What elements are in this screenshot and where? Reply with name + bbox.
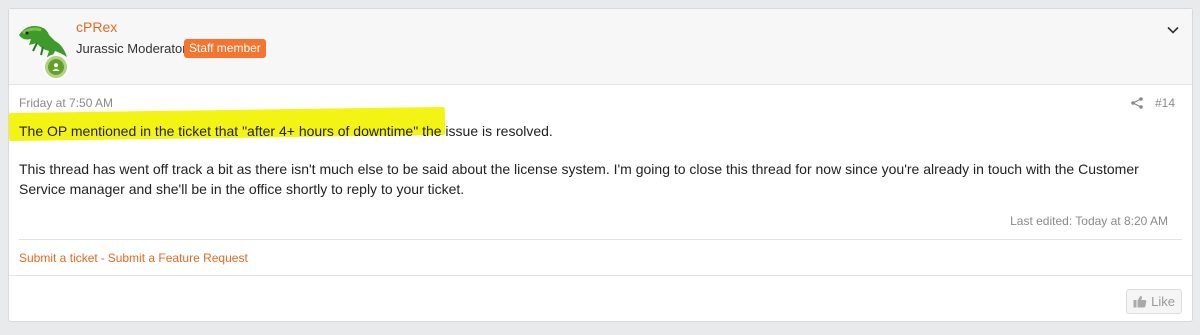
post-paragraph-2: This thread has went off track a bit as … — [19, 161, 1139, 197]
like-button[interactable]: Like — [1126, 289, 1182, 314]
like-label: Like — [1151, 294, 1175, 309]
divider — [19, 239, 1182, 240]
post-date[interactable]: Friday at 7:50 AM — [19, 96, 113, 110]
online-status-icon — [43, 54, 69, 80]
share-icon[interactable] — [1130, 96, 1144, 110]
submit-ticket-link[interactable]: Submit a ticket — [19, 251, 98, 265]
post-paragraph-1: The OP mentioned in the ticket that "aft… — [19, 123, 553, 139]
username[interactable]: cPRex — [76, 19, 117, 35]
chevron-down-icon[interactable] — [1166, 23, 1180, 37]
signature-separator: - — [100, 251, 105, 265]
post-header: cPRex Jurassic Moderator Staff member — [9, 9, 1192, 85]
staff-badge: Staff member — [184, 39, 266, 58]
thumbs-up-icon — [1133, 295, 1147, 308]
feature-request-link[interactable]: Submit a Feature Request — [108, 251, 248, 265]
last-edited: Last edited: Today at 8:20 AM — [1010, 214, 1168, 228]
post-number[interactable]: #14 — [1155, 96, 1175, 110]
post-container: cPRex Jurassic Moderator Staff member Fr… — [8, 8, 1193, 322]
user-title: Jurassic Moderator — [76, 41, 187, 56]
signature: Submit a ticket - Submit a Feature Request — [19, 251, 248, 265]
divider — [9, 275, 1192, 276]
